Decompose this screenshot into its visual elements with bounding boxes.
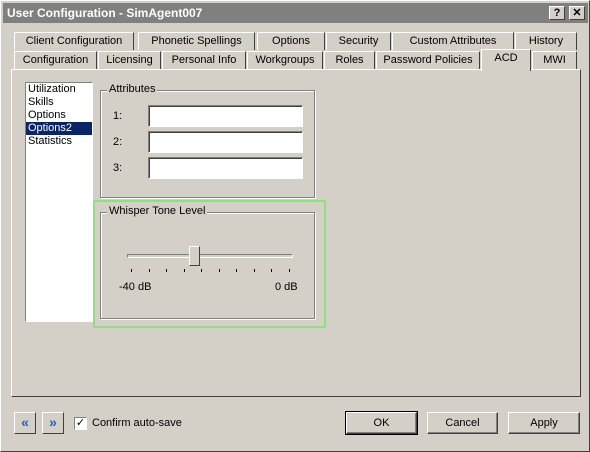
slider-tick: [218, 269, 220, 272]
slider-tick: [131, 269, 132, 272]
user-configuration-window: User Configuration - SimAgent007 ? ✕ Cli…: [0, 0, 590, 452]
attribute-2-label: 2:: [113, 136, 123, 148]
tab-client-configuration[interactable]: Client Configuration: [14, 32, 134, 50]
attributes-group-title: Attributes: [107, 83, 158, 95]
slider-tick: [271, 269, 273, 272]
cancel-button[interactable]: Cancel: [427, 412, 498, 434]
tab-options[interactable]: Options: [257, 32, 325, 50]
list-item-statistics[interactable]: Statistics: [26, 135, 92, 148]
attribute-3-input[interactable]: [148, 157, 303, 179]
slider-tick: [201, 269, 203, 272]
tab-personal-info[interactable]: Personal Info: [162, 51, 246, 69]
tab-history[interactable]: History: [515, 32, 577, 50]
tab-security[interactable]: Security: [326, 32, 391, 50]
help-button[interactable]: ?: [549, 6, 565, 20]
slider-tick: [148, 269, 150, 272]
close-button[interactable]: ✕: [569, 6, 585, 20]
list-item-options[interactable]: Options: [26, 109, 92, 122]
slider-tick: [253, 269, 255, 272]
window-title: User Configuration - SimAgent007: [7, 6, 203, 20]
ok-button[interactable]: OK: [345, 411, 418, 435]
tab-password-policies[interactable]: Password Policies: [376, 51, 480, 69]
acd-section-list[interactable]: Utilization Skills Options Options2 Stat…: [25, 82, 93, 322]
title-bar: User Configuration - SimAgent007 ? ✕: [3, 3, 588, 23]
whisper-tone-group: Whisper Tone Level: [100, 205, 315, 319]
tab-configuration[interactable]: Configuration: [14, 51, 97, 69]
whisper-tone-slider-track[interactable]: [127, 254, 293, 258]
tab-acd[interactable]: ACD: [481, 49, 531, 71]
whisper-tone-title: Whisper Tone Level: [107, 205, 208, 217]
tab-roles[interactable]: Roles: [324, 51, 375, 69]
tab-mwi[interactable]: MWI: [532, 51, 577, 69]
whisper-tone-min-label: -40 dB: [119, 281, 152, 293]
double-right-arrow-icon: »: [49, 414, 57, 430]
tab-custom-attributes[interactable]: Custom Attributes: [392, 32, 514, 50]
checkmark-icon: ✓: [75, 417, 86, 429]
double-left-arrow-icon: «: [21, 414, 29, 430]
tab-licensing[interactable]: Licensing: [98, 51, 161, 69]
previous-user-button[interactable]: «: [14, 412, 36, 434]
confirm-auto-save-label: Confirm auto-save: [92, 417, 182, 429]
slider-tick: [236, 269, 238, 272]
whisper-tone-slider-thumb[interactable]: [188, 246, 200, 266]
tab-phonetic-spellings[interactable]: Phonetic Spellings: [138, 32, 255, 50]
slider-tick: [289, 269, 290, 272]
apply-button[interactable]: Apply: [508, 412, 580, 434]
whisper-tone-max-label: 0 dB: [275, 281, 298, 293]
slider-tick: [166, 269, 168, 272]
attribute-1-label: 1:: [113, 110, 123, 122]
attribute-2-input[interactable]: [148, 131, 303, 153]
slider-tick: [183, 269, 185, 272]
attribute-3-label: 3:: [113, 162, 123, 174]
next-user-button[interactable]: »: [42, 412, 64, 434]
tab-workgroups[interactable]: Workgroups: [247, 51, 323, 69]
confirm-auto-save-checkbox[interactable]: ✓: [74, 417, 87, 430]
list-item-skills[interactable]: Skills: [26, 96, 92, 109]
list-item-utilization[interactable]: Utilization: [26, 83, 92, 96]
list-item-options2[interactable]: Options2: [26, 122, 92, 135]
attribute-1-input[interactable]: [148, 105, 303, 127]
